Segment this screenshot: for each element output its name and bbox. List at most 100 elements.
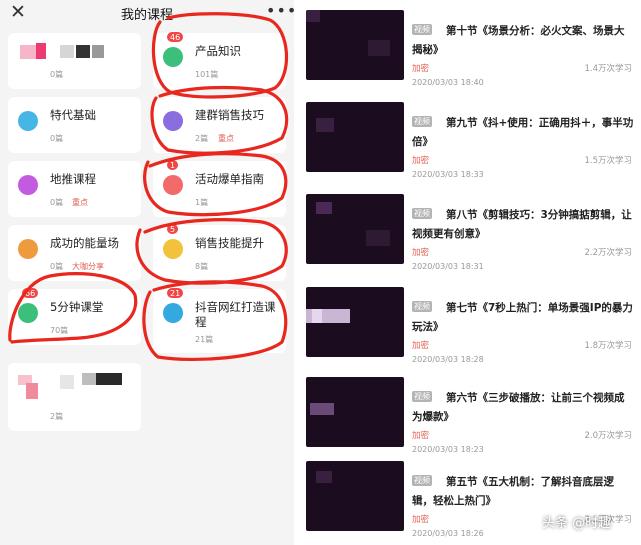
course-count: 0篇	[50, 262, 64, 271]
course-name: 销售技能提升	[195, 236, 264, 250]
lesson-row[interactable]: 视频 第九节《抖+使用：正确用抖＋，事半功倍》 加密 1.5万次学习 2020/…	[294, 102, 641, 192]
video-thumbnail[interactable]	[306, 102, 404, 172]
view-count: 1.8万次学习	[584, 341, 632, 351]
lesson-row[interactable]: 视频 第五节《五大机制：了解抖音底层逻辑，轻松上热门》 加密 2.1万次学习 2…	[294, 461, 641, 545]
course-name: 5分钟课堂	[50, 300, 104, 314]
course-card-sales-skills[interactable]: 5 销售技能提升 8篇	[153, 223, 286, 281]
blurred-name	[82, 373, 96, 385]
blurred-name	[60, 45, 74, 58]
tag-icon	[18, 175, 38, 195]
course-tag: 重点	[72, 198, 88, 207]
more-icon[interactable]: •••	[266, 1, 297, 20]
course-count: 101篇	[195, 70, 219, 79]
lesson-title-text: 第九节《抖+使用：正确用抖＋，事半功倍》	[412, 117, 634, 148]
course-name: 活动爆单指南	[195, 172, 264, 186]
course-card-energy[interactable]: 成功的能量场 0篇 大咖分享	[8, 225, 141, 281]
course-count: 2篇	[195, 134, 209, 143]
course-list-panel: ✕ 我的课程 ••• 0篇 46 产品知识 101篇 特代基础 0篇 建群销售技…	[0, 0, 297, 545]
course-count: 0篇	[50, 70, 64, 79]
lesson-title: 第七节《7秒上热门：单场景强IP的暴力玩法》	[412, 299, 634, 337]
course-card-douyin[interactable]: 21 抖音网红打造课程 21篇	[153, 287, 286, 353]
encrypted-label: 加密	[412, 156, 430, 166]
course-card[interactable]: 2篇	[8, 363, 141, 431]
course-count: 0篇	[50, 198, 64, 207]
timestamp: 2020/03/03 18:40	[412, 78, 484, 87]
lesson-row[interactable]: 视频 第十节《场景分析：必火文案、场景大揭秘》 加密 1.4万次学习 2020/…	[294, 10, 641, 100]
top-bar: ✕ 我的课程 •••	[0, 0, 297, 28]
timestamp: 2020/03/03 18:31	[412, 262, 484, 271]
course-card-field[interactable]: 地推课程 0篇 重点	[8, 161, 141, 217]
watermark: 头条 @时趣	[542, 516, 612, 531]
course-card-activity[interactable]: 1 活动爆单指南 1篇	[153, 159, 286, 217]
encrypted-label: 加密	[412, 64, 430, 74]
course-name: 建群销售技巧	[195, 108, 264, 122]
course-name: 特代基础	[50, 108, 96, 122]
lesson-title-text: 第七节《7秒上热门：单场景强IP的暴力玩法》	[412, 302, 633, 333]
encrypted-label: 加密	[412, 248, 430, 258]
lesson-title: 第八节《剪辑技巧：3分钟搞掂剪辑，让视频更有创意》	[412, 206, 634, 244]
view-count: 2.0万次学习	[584, 431, 632, 441]
view-count: 1.4万次学习	[584, 64, 632, 74]
video-thumbnail[interactable]	[306, 287, 404, 357]
course-name: 成功的能量场	[50, 236, 119, 250]
lesson-title-text: 第六节《三步破播放：让前三个视频成为爆款》	[412, 392, 625, 423]
video-thumbnail[interactable]	[306, 10, 404, 80]
video-thumbnail[interactable]	[306, 194, 404, 264]
lesson-row[interactable]: 视频 第八节《剪辑技巧：3分钟搞掂剪辑，让视频更有创意》 加密 2.2万次学习 …	[294, 194, 641, 284]
lesson-row[interactable]: 视频 第七节《7秒上热门：单场景强IP的暴力玩法》 加密 1.8万次学习 202…	[294, 287, 641, 377]
course-name: 抖音网红打造课程	[195, 300, 276, 329]
lesson-title-text: 第五节《五大机制：了解抖音底层逻辑，轻松上热门》	[412, 476, 614, 507]
course-name: 产品知识	[195, 44, 241, 58]
encrypted-label: 加密	[412, 515, 430, 525]
course-count: 1篇	[195, 198, 209, 207]
video-thumbnail[interactable]	[306, 461, 404, 531]
course-count: 2篇	[50, 412, 64, 421]
course-card-product[interactable]: 46 产品知识 101篇	[153, 31, 286, 89]
share-icon	[18, 239, 38, 259]
classroom-icon	[18, 303, 38, 323]
blurred-name	[96, 373, 122, 385]
lesson-row[interactable]: 视频 第六节《三步破播放：让前三个视频成为爆款》 加密 2.0万次学习 2020…	[294, 377, 641, 467]
lesson-list-panel: 视频 第十节《场景分析：必火文案、场景大揭秘》 加密 1.4万次学习 2020/…	[294, 0, 641, 545]
video-thumbnail[interactable]	[306, 377, 404, 447]
video-icon	[163, 303, 183, 323]
blurred-icon	[26, 383, 38, 399]
unread-badge: 46	[166, 31, 185, 43]
blurred-name	[60, 375, 74, 389]
blurred-name	[92, 45, 104, 58]
book-icon	[163, 47, 183, 67]
course-count: 21篇	[195, 335, 214, 344]
page-title: 我的课程	[120, 8, 173, 23]
lesson-title: 第九节《抖+使用：正确用抖＋，事半功倍》	[412, 114, 634, 152]
lesson-title-text: 第八节《剪辑技巧：3分钟搞掂剪辑，让视频更有创意》	[412, 209, 632, 240]
lesson-title: 第十节《场景分析：必火文案、场景大揭秘》	[412, 22, 634, 60]
blurred-icon	[20, 45, 36, 59]
lesson-title: 第五节《五大机制：了解抖音底层逻辑，轻松上热门》	[412, 473, 634, 511]
lesson-title: 第六节《三步破播放：让前三个视频成为爆款》	[412, 389, 634, 427]
view-count: 1.5万次学习	[584, 156, 632, 166]
timestamp: 2020/03/03 18:33	[412, 170, 484, 179]
course-card-group-sales[interactable]: 建群销售技巧 2篇 重点	[153, 97, 286, 153]
course-count: 0篇	[50, 134, 64, 143]
course-name: 地推课程	[50, 172, 96, 186]
timestamp: 2020/03/03 18:28	[412, 355, 484, 364]
people-icon	[18, 111, 38, 131]
course-tag: 大咖分享	[72, 262, 104, 271]
blurred-icon	[36, 43, 46, 59]
lesson-title-text: 第十节《场景分析：必火文案、场景大揭秘》	[412, 25, 625, 56]
coin-icon	[163, 239, 183, 259]
course-count: 70篇	[50, 326, 69, 335]
view-count: 2.2万次学习	[584, 248, 632, 258]
encrypted-label: 加密	[412, 431, 430, 441]
blurred-name	[76, 45, 90, 58]
encrypted-label: 加密	[412, 341, 430, 351]
course-count: 8篇	[195, 262, 209, 271]
group-icon	[163, 111, 183, 131]
unread-badge: 1	[166, 159, 180, 171]
timestamp: 2020/03/03 18:26	[412, 529, 484, 538]
course-card[interactable]: 0篇	[8, 33, 141, 89]
course-card-5min[interactable]: 66 5分钟课堂 70篇	[8, 287, 141, 345]
course-card-basics[interactable]: 特代基础 0篇	[8, 97, 141, 153]
unread-badge: 66	[21, 287, 40, 299]
unread-badge: 5	[166, 223, 180, 235]
